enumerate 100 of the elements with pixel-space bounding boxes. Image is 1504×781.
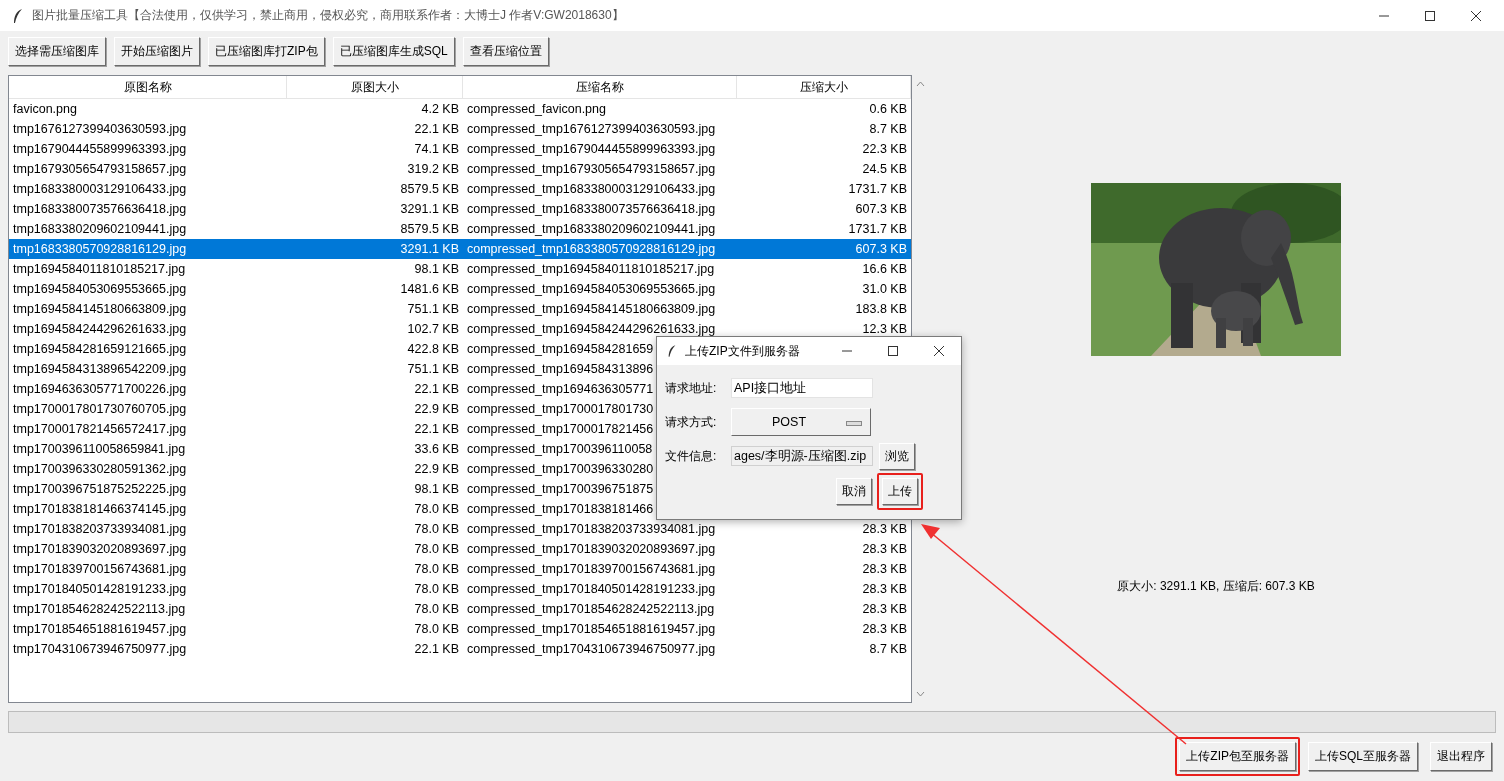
scroll-down-icon[interactable] [915,691,925,697]
table-cell: 22.1 KB [414,642,459,656]
scroll-up-icon[interactable] [915,81,925,87]
table-cell: tmp1683380570928816129.jpg [13,242,187,256]
table-cell: 8579.5 KB [400,182,459,196]
table-cell: favicon.png [13,102,77,116]
table-row[interactable]: tmp1701838203733934081.jpg 78.0 KB compressed_tmp1701838203733934081.jpg 28.3 KB [9,519,911,539]
table-cell: compressed_tmp1683380570928816129.jpg [467,242,716,256]
table-cell: 31.0 KB [862,282,907,296]
table-cell: tmp1683380209602109441.jpg [13,222,187,236]
table-row[interactable]: favicon.png 4.2 KB compressed_favicon.png 0.6 KB [9,99,911,119]
table-cell: 102.7 KB [407,322,459,336]
table-cell: compressed_tmp1701854628242522113.jpg [467,602,715,616]
table-row[interactable]: tmp1694584011810185217.jpg 98.1 KB compressed_tmp1694584011810185217.jpg 16.6 KB [9,259,911,279]
column-header[interactable]: 压缩大小 [737,76,911,98]
table-cell: 28.3 KB [862,602,907,616]
table-row[interactable]: tmp1701839032020893697.jpg 78.0 KB compressed_tmp1701839032020893697.jpg 28.3 KB [9,539,911,559]
table-cell: 3291.1 KB [400,242,459,256]
table-cell: 74.1 KB [414,142,459,156]
table-cell: 24.5 KB [862,162,907,176]
url-field[interactable]: API接口地址 [731,378,873,398]
table-cell: tmp1700017821456572417.jpg [13,422,187,436]
table-row[interactable]: tmp1679305654793158657.jpg 319.2 KB compressed_tmp1679305654793158657.jpg 24.5 KB [9,159,911,179]
dialog-button[interactable]: 取消 [836,478,872,505]
table-cell: 1731.7 KB [848,222,907,236]
method-dropdown[interactable]: POST [731,408,871,436]
column-header[interactable]: 原图名称 [9,76,287,98]
toolbar-button[interactable]: 选择需压缩图库 [8,37,106,66]
table-cell: 78.0 KB [414,542,459,556]
table-cell: 751.1 KB [407,362,459,376]
table-cell: compressed_tmp1694584011810185217.jpg [467,262,715,276]
toolbar-button[interactable]: 查看压缩位置 [462,37,549,66]
table-cell: compressed_favicon.png [467,102,606,116]
toolbar-button[interactable]: 已压缩图库生成SQL [332,37,455,66]
table-row[interactable]: tmp1701840501428191233.jpg 78.0 KB compressed_tmp1701840501428191233.jpg 28.3 KB [9,579,911,599]
table-cell: 16.6 KB [862,262,907,276]
table-cell: 78.0 KB [414,602,459,616]
table-cell: tmp1701854651881619457.jpg [13,622,187,636]
table-cell: compressed_tmp1694584145180663809.jpg [467,302,716,316]
table-row[interactable]: tmp1694584053069553665.jpg 1481.6 KB compressed_tmp1694584053069553665.jpg 31.0 KB [9,279,911,299]
window-title: 图片批量压缩工具【合法使用，仅供学习，禁止商用，侵权必究，商用联系作者：大博士J 作者V:GW2018630】 [32,7,624,24]
table-row[interactable]: tmp1683380209602109441.jpg 8579.5 KB compressed_tmp1683380209602109441.jpg 1731.7 KB [9,219,911,239]
table-row[interactable]: tmp1679044455899963393.jpg 74.1 KB compressed_tmp1679044455899963393.jpg 22.3 KB [9,139,911,159]
table-cell: compressed_tmp1679305654793158657.jpg [467,162,716,176]
table-row[interactable]: tmp1701839700156743681.jpg 78.0 KB compressed_tmp1701839700156743681.jpg 28.3 KB [9,559,911,579]
table-cell: 98.1 KB [414,262,459,276]
table-row[interactable]: tmp1683380570928816129.jpg 3291.1 KB compressed_tmp1683380570928816129.jpg 607.3 KB [9,239,911,259]
table-cell: 22.9 KB [414,462,459,476]
table-cell: 4.2 KB [421,102,459,116]
table-cell: 28.3 KB [862,522,907,536]
toolbar-button[interactable]: 已压缩图库打ZIP包 [208,37,325,66]
table-cell: 28.3 KB [862,582,907,596]
table-cell: 78.0 KB [414,522,459,536]
maximize-icon[interactable] [887,345,899,357]
table-row[interactable]: tmp1683380003129106433.jpg 8579.5 KB compressed_tmp1683380003129106433.jpg 1731.7 KB [9,179,911,199]
table-cell: 1731.7 KB [848,182,907,196]
table-cell: 8.7 KB [869,642,907,656]
table-cell: 98.1 KB [414,482,459,496]
table-row[interactable]: tmp1683380073576636418.jpg 3291.1 KB compressed_tmp1683380073576636418.jpg 607.3 KB [9,199,911,219]
table-row[interactable]: tmp1701854628242522113.jpg 78.0 KB compressed_tmp1701854628242522113.jpg 28.3 KB [9,599,911,619]
table-row[interactable]: tmp1676127399403630593.jpg 22.1 KB compressed_tmp1676127399403630593.jpg 8.7 KB [9,119,911,139]
table-cell: compressed_tmp1694584281659 [467,342,654,356]
table-cell: compressed_tmp1700396110058 [467,442,653,456]
column-header[interactable]: 压缩名称 [463,76,737,98]
table-cell: 8.7 KB [869,122,907,136]
browse-button[interactable]: 浏览 [879,442,915,470]
table-row[interactable]: tmp1701854651881619457.jpg 78.0 KB compressed_tmp1701854651881619457.jpg 28.3 KB [9,619,911,639]
close-icon[interactable] [933,345,945,357]
table-cell: tmp1694584313896542209.jpg [13,362,187,376]
file-path-field[interactable]: ages/李明源-压缩图.zip [731,446,873,466]
table-row[interactable]: tmp1694584244296261633.jpg 102.7 KB compressed_tmp1694584244296261633.jpg 12.3 KB [9,319,911,339]
field-label: 请求地址: [665,379,718,397]
close-icon[interactable] [1470,9,1482,22]
table-cell: tmp1701840501428191233.jpg [13,582,187,596]
feather-icon [12,7,24,24]
table-cell: compressed_tmp1704310673946750977.jpg [467,642,716,656]
table-row[interactable]: tmp1694584145180663809.jpg 751.1 KB compressed_tmp1694584145180663809.jpg 183.8 KB [9,299,911,319]
column-header[interactable]: 原图大小 [287,76,463,98]
table-cell: tmp1694636305771700226.jpg [13,382,187,396]
table-cell: tmp1700017801730760705.jpg [13,402,187,416]
maximize-icon[interactable] [1424,9,1436,22]
action-button[interactable]: 上传SQL至服务器 [1308,742,1418,771]
table-cell: tmp1679044455899963393.jpg [13,142,187,156]
table-cell: tmp1676127399403630593.jpg [13,122,187,136]
action-button[interactable]: 退出程序 [1430,742,1492,771]
table-cell: 33.6 KB [414,442,459,456]
size-caption: 原大小: 3291.1 KB, 压缩后: 607.3 KB [1117,578,1315,595]
action-button[interactable]: 上传ZIP包至服务器 [1179,742,1296,771]
table-cell: 28.3 KB [862,562,907,576]
dialog-button[interactable]: 上传 [882,478,918,505]
toolbar-button[interactable]: 开始压缩图片 [114,37,200,66]
field-label: 文件信息: [665,447,718,465]
table-cell: 1481.6 KB [400,282,459,296]
dialog-title: 上传ZIP文件到服务器 [685,342,800,360]
table-cell: compressed_tmp1694636305771 [467,382,654,396]
table-cell: compressed_tmp1694584244296261633.jpg [467,322,716,336]
table-cell: tmp1679305654793158657.jpg [13,162,187,176]
table-row[interactable]: tmp1704310673946750977.jpg 22.1 KB compressed_tmp1704310673946750977.jpg 8.7 KB [9,639,911,659]
table-cell: tmp1694584281659121665.jpg [13,342,187,356]
table-cell: tmp1701838181466374145.jpg [13,502,187,516]
